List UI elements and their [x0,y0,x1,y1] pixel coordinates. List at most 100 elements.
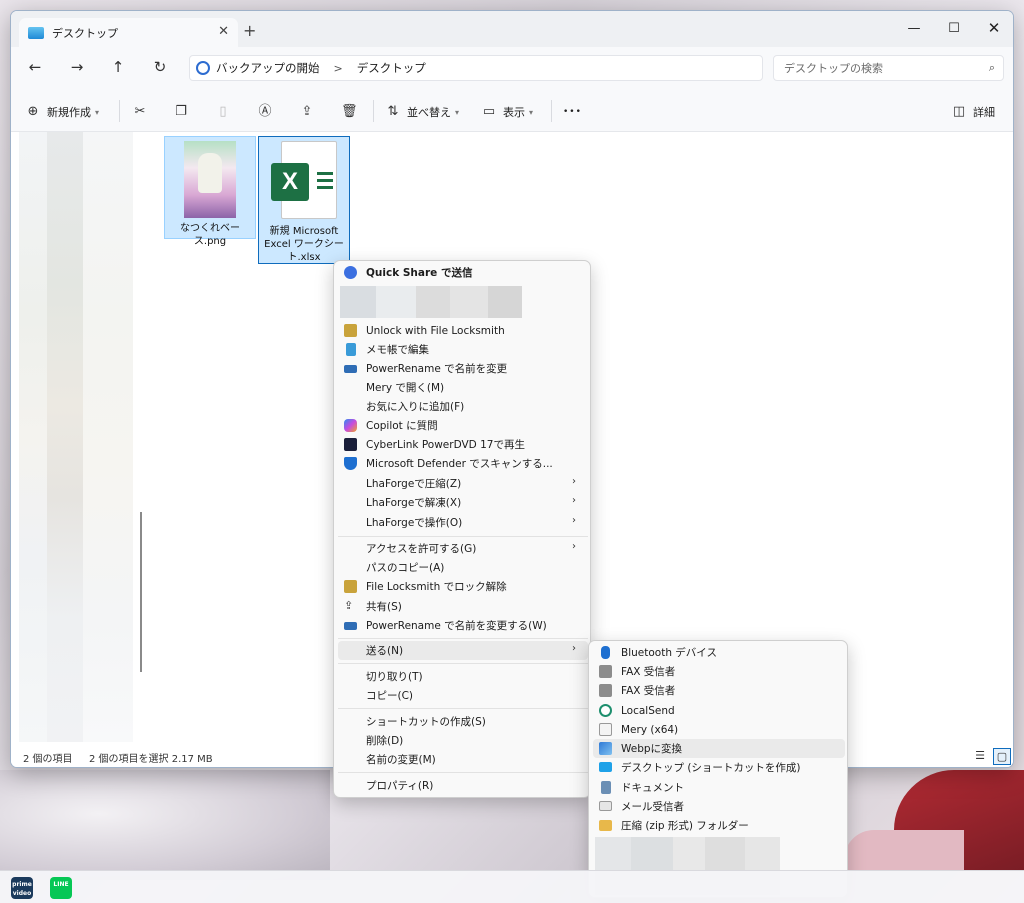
more-options-button[interactable]: ••• [563,102,582,122]
menu-item-label: LhaForgeで解凍(X) [366,497,462,509]
plus-circle-icon: ⊕ [27,104,39,119]
rename-button[interactable]: Ⓐ [257,102,279,122]
quick-share-icon [344,266,357,279]
fax-icon [599,684,612,697]
lock-icon [344,580,357,593]
search-placeholder: デスクトップの検索 [784,62,883,75]
menu-item-locksmith-unlock[interactable]: File Locksmith でロック解除 [338,577,588,596]
menu-separator [338,536,588,537]
back-button[interactable]: ← [23,58,47,78]
menu-item-label: Unlock with File Locksmith [366,324,505,337]
menu-item-powerdvd[interactable]: CyberLink PowerDVD 17で再生 [338,435,588,454]
menu-item-copy-path[interactable]: パスのコピー(A) [338,558,588,577]
delete-button[interactable]: 🗑︎ [341,102,363,122]
chevron-down-icon: ▾ [529,107,534,117]
menu-item-copy[interactable]: コピー(C) [338,686,588,705]
tab-title: デスクトップ [52,26,118,40]
menu-item-lhaforge-operate[interactable]: LhaForgeで操作(O) › [338,513,588,532]
bluetooth-icon [601,646,610,659]
send-to-mail[interactable]: メール受信者 [593,797,845,816]
menu-item-unlock-locksmith[interactable]: Unlock with File Locksmith [338,321,588,340]
send-to-fax[interactable]: FAX 受信者 [593,662,845,681]
chevron-down-icon: ▾ [455,107,460,117]
menu-item-grant-access[interactable]: アクセスを許可する(G) › [338,539,588,558]
menu-item-create-shortcut[interactable]: ショートカットの作成(S) [338,712,588,731]
menu-item-copilot[interactable]: Copilot に質問 [338,416,588,435]
up-button[interactable]: ↑ [106,58,130,78]
menu-item-label: Microsoft Defender でスキャンする... [366,458,553,470]
selection-info: 2 個の項目を選択 2.17 MB [89,754,213,765]
menu-item-notepad[interactable]: メモ帳で編集 [338,340,588,359]
new-tab-button[interactable]: + [243,21,256,40]
breadcrumb-separator[interactable]: > [334,62,343,75]
menu-item-defender[interactable]: Microsoft Defender でスキャンする... [338,454,588,473]
tab-desktop[interactable]: デスクトップ ✕ [19,18,238,47]
toolbar-divider [119,100,120,122]
search-input[interactable]: デスクトップの検索 ⌕ [773,55,1004,81]
send-to-bluetooth[interactable]: Bluetooth デバイス [593,643,845,662]
menu-item-lhaforge-extract[interactable]: LhaForgeで解凍(X) › [338,493,588,512]
menu-item-mery-open[interactable]: Mery で開く(M) [338,378,588,397]
send-to-mery[interactable]: Mery (x64) [593,720,845,739]
maximize-button[interactable]: ☐ [937,15,971,41]
menu-item-label: アクセスを許可する(G) [366,543,477,555]
navigation-pane[interactable] [11,132,149,742]
menu-item-share[interactable]: ⇪ 共有(S) [338,597,588,616]
details-pane-button[interactable]: ◫ 詳細 [951,102,995,122]
menu-item-cut[interactable]: 切り取り(T) [338,667,588,686]
refresh-button[interactable]: ↻ [148,58,172,78]
send-to-localsend[interactable]: LocalSend [593,701,845,720]
details-view-icon[interactable]: ☰ [971,748,989,765]
file-item[interactable]: なつくれベース.png [164,136,256,247]
breadcrumb-item[interactable]: バックアップの開始 [216,60,320,76]
menu-item-label: 圧縮 (zip 形式) フォルダー [621,820,749,832]
close-button[interactable]: ✕ [977,15,1011,41]
menu-item-label: ショートカットの作成(S) [366,716,486,728]
share-button[interactable]: ⇪ [299,102,321,122]
menu-item-properties[interactable]: プロパティ(R) [338,776,588,795]
file-item[interactable]: X 新規 Microsoft Excel ワークシート.xlsx [258,136,350,264]
menu-item-label: Quick Share で送信 [366,267,473,279]
power-rename-icon [344,365,357,373]
menu-item-label: LhaForgeで操作(O) [366,517,463,529]
redacted-region [340,286,522,318]
paste-button[interactable]: ▯ [215,102,237,122]
copy-button[interactable]: ❐ [173,102,195,122]
menu-item-lhaforge-compress[interactable]: LhaForgeで圧縮(Z) › [338,474,588,493]
breadcrumb[interactable]: バックアップの開始 > デスクトップ [189,55,763,81]
tab-close-icon[interactable]: ✕ [218,24,229,39]
forward-button[interactable]: → [65,58,89,78]
redacted-region [83,132,133,742]
menu-item-powerrename[interactable]: PowerRename で名前を変更 [338,359,588,378]
menu-item-delete[interactable]: 削除(D) [338,731,588,750]
minimize-button[interactable]: — [897,15,931,41]
send-to-webp[interactable]: Webpに変換 [593,739,845,758]
line-taskbar-icon[interactable]: LINE [50,877,72,899]
desktop-icon [599,762,612,772]
sort-button[interactable]: ⇅ 並べ替え ▾ [385,102,459,122]
nav-scrollbar[interactable] [140,512,142,672]
menu-item-label: 名前の変更(M) [366,754,436,766]
menu-item-powerrename-2[interactable]: PowerRename で名前を変更する(W) [338,616,588,635]
share-icon: ⇪ [344,599,354,612]
prime-video-taskbar-icon[interactable]: prime video [11,877,33,899]
document-icon [601,781,611,794]
chevron-right-icon: › [572,495,576,506]
send-to-documents[interactable]: ドキュメント [593,778,845,797]
sort-icon: ⇅ [387,104,399,119]
breadcrumb-item[interactable]: デスクトップ [357,60,426,76]
menu-item-rename[interactable]: 名前の変更(M) [338,750,588,769]
view-button[interactable]: ▭ 表示 ▾ [481,102,533,122]
excel-badge: X [271,163,309,201]
send-to-zip[interactable]: 圧縮 (zip 形式) フォルダー [593,816,845,835]
more-icon: ••• [563,107,582,117]
menu-item-label: LocalSend [621,704,675,717]
send-to-fax-2[interactable]: FAX 受信者 [593,681,845,700]
cut-button[interactable]: ✂ [132,102,154,122]
new-button[interactable]: ⊕ 新規作成 ▾ [25,102,99,122]
tiles-view-icon[interactable]: ▢ [993,748,1011,765]
menu-item-favorite[interactable]: お気に入りに追加(F) [338,397,588,416]
menu-item-quick-share[interactable]: Quick Share で送信 [338,263,588,282]
send-to-desktop[interactable]: デスクトップ (ショートカットを作成) [593,758,845,777]
menu-item-send-to[interactable]: 送る(N) › [338,641,588,660]
